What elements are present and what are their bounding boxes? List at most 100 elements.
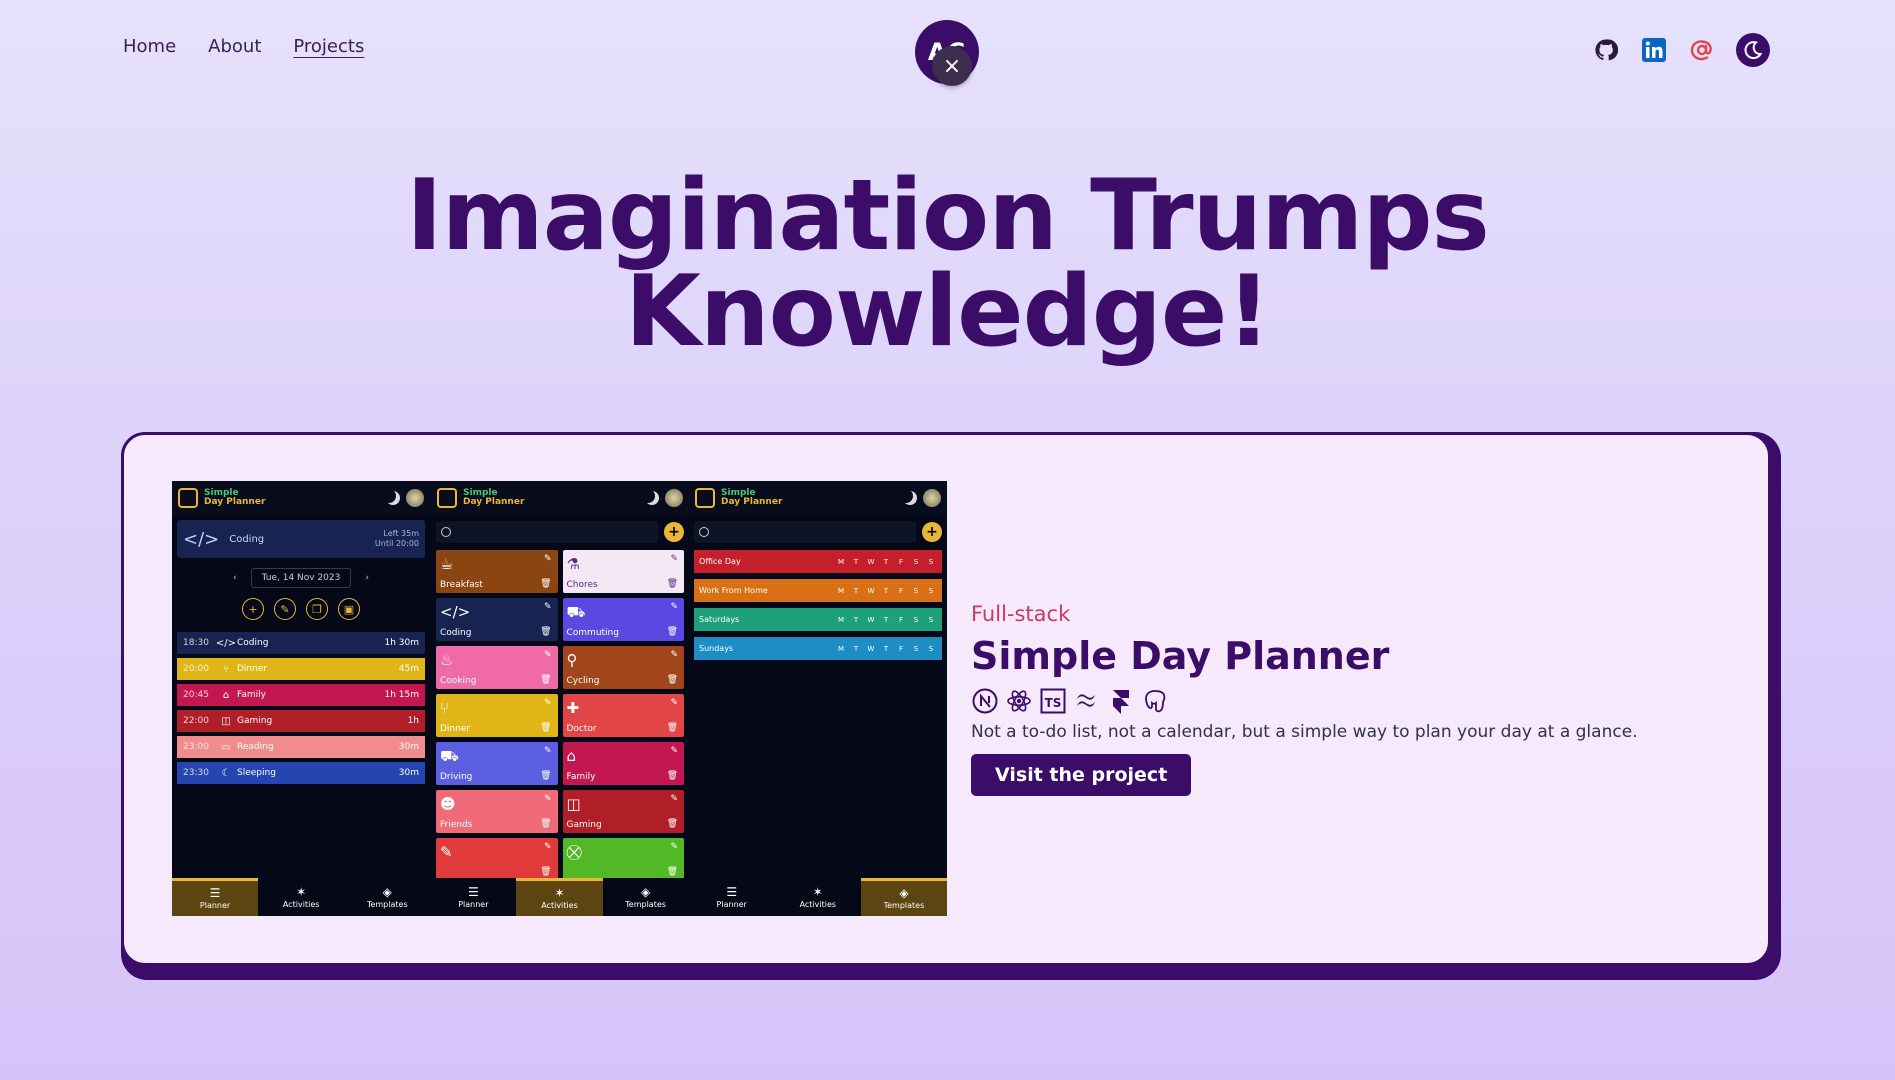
close-icon[interactable]: × [932, 46, 972, 86]
add-button[interactable]: + [922, 522, 942, 542]
schedule-time: 18:30 [183, 638, 209, 648]
activity-tile[interactable]: ⚗ Chores ✎ 🗑 [562, 550, 684, 593]
visit-project-button[interactable]: Visit the project [971, 754, 1192, 796]
nav-home[interactable]: Home [123, 36, 176, 57]
chevron-left-icon[interactable]: ‹ [233, 573, 237, 583]
schedule-duration: 1h 15m [384, 690, 419, 700]
planner-icon: ☰ [209, 886, 221, 900]
template-row[interactable]: Sundays M T W T F S S [694, 637, 942, 660]
trash-icon[interactable]: 🗑 [667, 627, 678, 637]
trash-icon[interactable]: 🗑 [667, 675, 678, 685]
trash-icon[interactable]: 🗑 [667, 867, 678, 877]
project-description: Not a to-do list, not a calendar, but a … [971, 722, 1638, 742]
template-row[interactable]: Saturdays M T W T F S S [694, 608, 942, 631]
trash-icon[interactable]: 🗑 [540, 627, 551, 637]
github-icon[interactable] [1592, 36, 1620, 64]
framer-icon [1107, 687, 1135, 715]
activity-icon: ⛒ [566, 843, 582, 861]
add-button[interactable]: + [664, 522, 684, 542]
schedule-duration: 30m [398, 768, 419, 778]
tab-templates[interactable]: ◈ Templates [344, 878, 430, 916]
nav-projects[interactable]: Projects [293, 36, 364, 57]
add-icon[interactable]: + [242, 598, 264, 620]
trash-icon[interactable]: 🗑 [540, 579, 551, 589]
template-row[interactable]: Office Day M T W T F S S [694, 550, 942, 573]
schedule-row[interactable]: 23:30 ☾ Sleeping 30m [177, 762, 425, 784]
tab-planner[interactable]: ☰ Planner [430, 878, 516, 916]
tab-templates[interactable]: ◈ Templates [603, 878, 689, 916]
edit-icon[interactable]: ✎ [670, 746, 678, 756]
schedule-activity: Coding [237, 638, 269, 648]
avatar-menu[interactable]: AC × [915, 20, 985, 94]
activity-tile[interactable]: ✚ Doctor ✎ 🗑 [562, 694, 684, 737]
schedule-row[interactable]: 23:00 ▭ Reading 30m [177, 736, 425, 758]
copy-icon[interactable]: ❐ [306, 598, 328, 620]
avatar [923, 489, 941, 507]
activity-tile[interactable]: ♨ Cooking ✎ 🗑 [436, 646, 558, 689]
tab-label: Activities [282, 899, 320, 909]
templates-icon: ◈ [899, 886, 909, 900]
activity-tile[interactable]: ⛒ ✎ 🗑 [562, 838, 684, 881]
edit-icon[interactable]: ✎ [274, 598, 296, 620]
edit-icon[interactable]: ✎ [544, 746, 552, 756]
tab-templates[interactable]: ◈ Templates [860, 878, 947, 916]
email-icon[interactable] [1688, 36, 1716, 64]
edit-icon[interactable]: ✎ [670, 842, 678, 852]
schedule-row[interactable]: 20:00 ⑂ Dinner 45m [177, 658, 425, 680]
activity-tile[interactable]: ⌂ Family ✎ 🗑 [562, 742, 684, 785]
tab-label: Activities [799, 899, 837, 909]
edit-icon[interactable]: ✎ [670, 650, 678, 660]
tab-activities[interactable]: ✶ Activities [258, 878, 344, 916]
calendar-icon [178, 488, 198, 508]
activity-tile[interactable]: ✎ ✎ 🗑 [436, 838, 558, 881]
trash-icon[interactable]: 🗑 [667, 579, 678, 589]
activity-tile[interactable]: ⑂ Dinner ✎ 🗑 [436, 694, 558, 737]
edit-icon[interactable]: ✎ [544, 554, 552, 564]
templates-panel: Simple Day Planner + Office Day M T W T F S S Wor… [689, 481, 947, 916]
activity-tile[interactable]: ⚲ Cycling ✎ 🗑 [562, 646, 684, 689]
template-row[interactable]: Work From Home M T W T F S S [694, 579, 942, 602]
tab-planner[interactable]: ☰ Planner [689, 878, 775, 916]
trash-icon[interactable]: 🗑 [667, 771, 678, 781]
schedule-row[interactable]: 20:45 ⌂ Family 1h 15m [177, 684, 425, 706]
activity-tile[interactable]: ◫ Gaming ✎ 🗑 [562, 790, 684, 833]
edit-icon[interactable]: ✎ [544, 794, 552, 804]
search-input[interactable] [436, 521, 658, 543]
date-display[interactable]: Tue, 14 Nov 2023 [250, 568, 352, 588]
edit-icon[interactable]: ✎ [544, 602, 552, 612]
edit-icon[interactable]: ✎ [670, 794, 678, 804]
activity-tile[interactable]: ⛟ Commuting ✎ 🗑 [562, 598, 684, 641]
edit-icon[interactable]: ✎ [544, 650, 552, 660]
search-input[interactable] [694, 521, 916, 543]
trash-icon[interactable]: 🗑 [540, 771, 551, 781]
activity-tile[interactable]: ☕ Breakfast ✎ 🗑 [436, 550, 558, 593]
tab-planner[interactable]: ☰ Planner [172, 878, 259, 916]
edit-icon[interactable]: ✎ [544, 842, 552, 852]
trash-icon[interactable]: 🗑 [540, 819, 551, 829]
trash-icon[interactable]: 🗑 [667, 819, 678, 829]
trash-icon[interactable]: 🗑 [667, 723, 678, 733]
day-indicator: T [853, 586, 859, 595]
edit-icon[interactable]: ✎ [670, 554, 678, 564]
trash-icon[interactable]: 🗑 [540, 723, 551, 733]
edit-icon[interactable]: ✎ [670, 698, 678, 708]
linkedin-icon[interactable] [1640, 36, 1668, 64]
schedule-row[interactable]: 18:30 </> Coding 1h 30m [177, 632, 425, 654]
schedule-row[interactable]: 22:00 ◫ Gaming 1h [177, 710, 425, 732]
activity-tile[interactable]: ☻ Friends ✎ 🗑 [436, 790, 558, 833]
theme-toggle-button[interactable] [1736, 33, 1770, 67]
schedule-time: 23:00 [183, 742, 209, 752]
activities-panel: Simple Day Planner + ☕ Breakfast ✎ 🗑 ⚗ Chores ✎… [431, 481, 689, 916]
activity-tile[interactable]: ⛟ Driving ✎ 🗑 [436, 742, 558, 785]
template-name: Sundays [699, 644, 734, 653]
tab-activities[interactable]: ✶ Activities [516, 878, 603, 916]
chevron-right-icon[interactable]: › [365, 573, 369, 583]
edit-icon[interactable]: ✎ [544, 698, 552, 708]
edit-icon[interactable]: ✎ [670, 602, 678, 612]
paste-icon[interactable]: ▣ [338, 598, 360, 620]
trash-icon[interactable]: 🗑 [540, 675, 551, 685]
tab-activities[interactable]: ✶ Activities [775, 878, 861, 916]
activity-tile[interactable]: </> Coding ✎ 🗑 [436, 598, 558, 641]
nav-about[interactable]: About [208, 36, 261, 57]
trash-icon[interactable]: 🗑 [540, 867, 551, 877]
